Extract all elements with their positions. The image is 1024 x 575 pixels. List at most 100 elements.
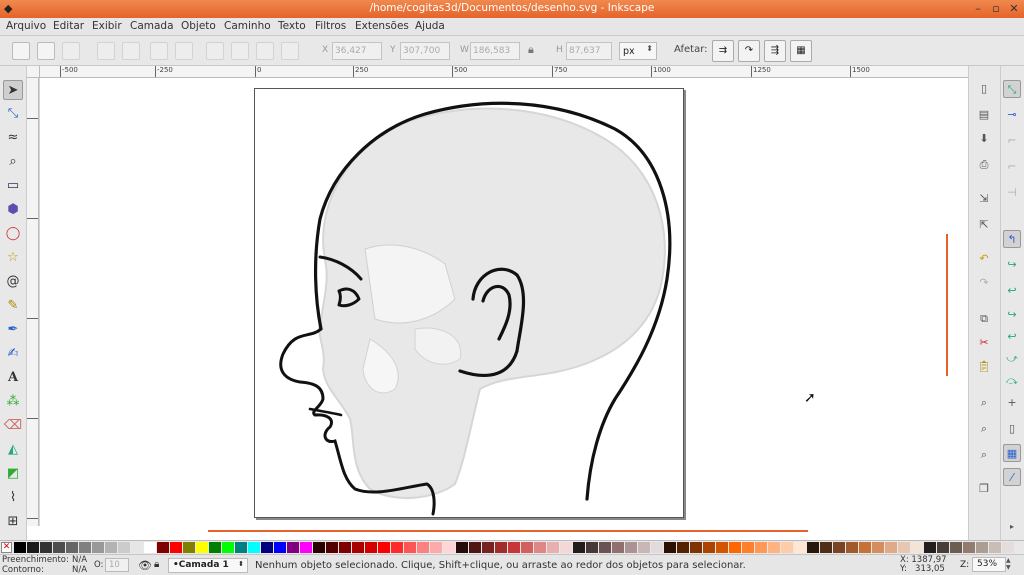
color-swatch[interactable] (820, 542, 832, 553)
paint-bucket-tool-icon[interactable]: ◭ (3, 440, 23, 460)
cut-icon[interactable]: ✂ (975, 334, 993, 352)
color-swatch[interactable] (131, 542, 143, 553)
color-swatch[interactable] (716, 542, 728, 553)
color-swatch[interactable] (651, 542, 663, 553)
snap-guide-icon[interactable]: ⁄ (1003, 468, 1021, 486)
color-swatch[interactable] (807, 542, 819, 553)
color-swatch[interactable] (235, 542, 247, 553)
undo-icon[interactable]: ↶ (975, 250, 993, 268)
snap-grid-icon[interactable]: ▦ (1003, 444, 1021, 462)
open-icon[interactable]: ▤ (975, 106, 993, 124)
raise-icon[interactable] (231, 42, 249, 60)
drawing-canvas[interactable]: ➚ (40, 78, 948, 526)
color-swatch[interactable] (833, 542, 845, 553)
flip-vertical-icon[interactable] (175, 42, 193, 60)
print-icon[interactable]: ⎙ (975, 156, 993, 174)
raise-to-top-icon[interactable] (206, 42, 224, 60)
3d-box-tool-icon[interactable]: ⬢ (3, 200, 23, 220)
pencil-tool-icon[interactable]: ✎ (3, 296, 23, 316)
eraser-tool-icon[interactable]: ⌫ (3, 416, 23, 436)
select-all-layers-icon[interactable] (37, 42, 55, 60)
vertical-scrollbar-track[interactable] (948, 78, 968, 528)
deselect-icon[interactable] (62, 42, 80, 60)
color-swatch[interactable] (599, 542, 611, 553)
color-swatch[interactable] (586, 542, 598, 553)
menu-extensoes[interactable]: Extensões (355, 20, 409, 32)
rectangle-tool-icon[interactable]: ▭ (3, 176, 23, 196)
y-field[interactable]: 307,700 (400, 42, 450, 60)
color-swatch[interactable] (911, 542, 923, 553)
page-area[interactable] (254, 88, 684, 518)
spray-tool-icon[interactable]: ⁂ (3, 392, 23, 412)
zoom-field[interactable]: 53% (972, 557, 1006, 572)
snap-paths-icon[interactable]: ↪ (1003, 256, 1021, 274)
vertical-scrollbar-thumb[interactable] (946, 234, 948, 376)
color-swatch[interactable] (989, 542, 1001, 553)
maximize-button[interactable]: ▫ (988, 1, 1004, 17)
gradient-tool-icon[interactable]: ◩ (3, 464, 23, 484)
node-tool-icon[interactable]: ⤡ (3, 104, 23, 124)
color-swatch[interactable] (430, 542, 442, 553)
color-swatch[interactable] (638, 542, 650, 553)
lower-icon[interactable] (256, 42, 274, 60)
color-swatch[interactable] (625, 542, 637, 553)
ellipse-tool-icon[interactable]: ◯ (3, 224, 23, 244)
color-swatch[interactable] (742, 542, 754, 553)
zoom-drawing-icon[interactable]: ⌕ (975, 420, 993, 438)
color-swatch[interactable] (404, 542, 416, 553)
opacity-field[interactable]: 10 (105, 558, 129, 572)
color-swatch[interactable] (1002, 542, 1014, 553)
snap-centers-icon[interactable]: ⤼ (1003, 372, 1021, 390)
color-swatch[interactable] (66, 542, 78, 553)
color-swatch[interactable] (300, 542, 312, 553)
menu-exibir[interactable]: Exibir (92, 20, 122, 32)
color-swatch[interactable] (976, 542, 988, 553)
horizontal-scrollbar-track[interactable] (27, 526, 968, 540)
transform-gradients-button[interactable]: ⇶ (764, 40, 786, 62)
snap-bbox-edges-icon[interactable]: ⌐ (1003, 132, 1021, 150)
copy-icon[interactable]: ⧉ (975, 310, 993, 328)
flip-horizontal-icon[interactable] (150, 42, 168, 60)
close-button[interactable]: ✕ (1006, 1, 1022, 17)
color-swatch[interactable] (547, 542, 559, 553)
color-swatch[interactable] (469, 542, 481, 553)
redo-icon[interactable]: ↷ (975, 274, 993, 292)
menu-camada[interactable]: Camada (130, 20, 174, 32)
zoom-selection-icon[interactable]: ⌕ (975, 394, 993, 412)
import-icon[interactable]: ⇲ (975, 190, 993, 208)
color-swatch[interactable] (261, 542, 273, 553)
snap-cusp-nodes-icon[interactable]: ↪ (1003, 306, 1021, 324)
color-swatch[interactable] (365, 542, 377, 553)
layer-lock-icon[interactable]: 🔒︎ (154, 559, 159, 570)
color-swatch[interactable] (222, 542, 234, 553)
snap-smooth-nodes-icon[interactable]: ↩ (1003, 328, 1021, 346)
color-swatch[interactable] (92, 542, 104, 553)
color-swatch[interactable] (781, 542, 793, 553)
color-swatch[interactable] (872, 542, 884, 553)
lower-to-bottom-icon[interactable] (281, 42, 299, 60)
color-swatch[interactable] (326, 542, 338, 553)
color-swatch[interactable] (443, 542, 455, 553)
w-field[interactable]: 186,583 (470, 42, 520, 60)
color-swatch[interactable] (924, 542, 936, 553)
star-tool-icon[interactable]: ☆ (3, 248, 23, 268)
h-field[interactable]: 87,637 (566, 42, 612, 60)
color-swatch[interactable] (118, 542, 130, 553)
rotate-ccw-icon[interactable] (97, 42, 115, 60)
menu-texto[interactable]: Texto (278, 20, 306, 32)
color-swatch[interactable] (794, 542, 806, 553)
tweak-tool-icon[interactable]: ≈ (3, 128, 23, 148)
color-swatch[interactable] (963, 542, 975, 553)
duplicate-icon[interactable]: ❐ (975, 480, 993, 498)
snap-bbox-corners-icon[interactable]: ⌐ (1003, 158, 1021, 176)
color-swatch[interactable] (508, 542, 520, 553)
zoom-page-icon[interactable]: ⌕ (975, 446, 993, 464)
color-swatch[interactable] (157, 542, 169, 553)
color-swatch[interactable] (105, 542, 117, 553)
color-swatch[interactable] (40, 542, 52, 553)
color-swatch[interactable] (534, 542, 546, 553)
menu-arquivo[interactable]: Arquivo (6, 20, 46, 32)
color-swatch[interactable] (170, 542, 182, 553)
color-swatch[interactable] (859, 542, 871, 553)
unit-select[interactable]: px ⬍ (619, 42, 657, 60)
